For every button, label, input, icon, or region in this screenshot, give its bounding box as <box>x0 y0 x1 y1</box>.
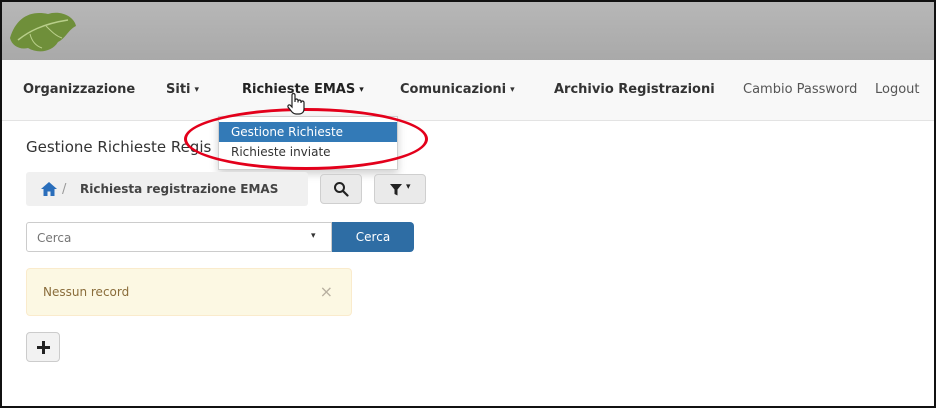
nav-siti[interactable]: Siti ▾ <box>166 82 199 97</box>
breadcrumb-current-page: Richiesta registrazione EMAS <box>80 182 279 196</box>
alert-message: Nessun record <box>43 285 130 299</box>
nav-archivio-registrazioni[interactable]: Archivio Registrazioni <box>554 82 715 97</box>
top-navbar: Organizzazione Siti ▾ Richieste EMAS ▾ Com… <box>2 60 934 121</box>
app-window: Organizzazione Siti ▾ Richieste EMAS ▾ Com… <box>0 0 936 408</box>
search-toggle-button[interactable] <box>320 174 362 204</box>
chevron-down-icon: ▾ <box>510 85 515 95</box>
nav-cambio-password[interactable]: Cambio Password <box>743 82 857 97</box>
search-field[interactable] <box>26 222 299 252</box>
annotation-highlight-ellipse <box>184 108 428 170</box>
chevron-down-icon: ▾ <box>406 182 411 192</box>
search-button[interactable]: Cerca <box>332 222 414 252</box>
search-input[interactable] <box>35 224 289 252</box>
no-records-alert: Nessun record × <box>26 268 352 316</box>
hand-pointer-cursor-icon <box>287 92 305 115</box>
chevron-down-icon: ▾ <box>194 85 200 95</box>
nav-comunicazioni[interactable]: Comunicazioni ▾ <box>400 82 515 97</box>
breadcrumb-separator: / <box>62 182 67 197</box>
close-icon[interactable]: × <box>320 282 333 301</box>
chevron-down-icon: ▾ <box>359 85 364 95</box>
header-banner <box>2 2 934 60</box>
home-icon[interactable] <box>40 181 58 197</box>
search-options-dropdown[interactable]: ▾ <box>298 222 332 252</box>
search-icon <box>334 182 349 197</box>
chevron-down-icon: ▾ <box>311 231 316 241</box>
filter-icon <box>390 184 402 196</box>
filter-dropdown-button[interactable]: ▾ <box>374 174 426 204</box>
nav-organizzazione[interactable]: Organizzazione <box>23 82 135 97</box>
breadcrumb: / Richiesta registrazione EMAS <box>26 172 308 206</box>
add-record-button[interactable] <box>26 332 60 362</box>
nav-logout[interactable]: Logout <box>875 82 920 97</box>
plus-icon <box>37 341 50 354</box>
vine-leaf-logo <box>10 12 76 52</box>
